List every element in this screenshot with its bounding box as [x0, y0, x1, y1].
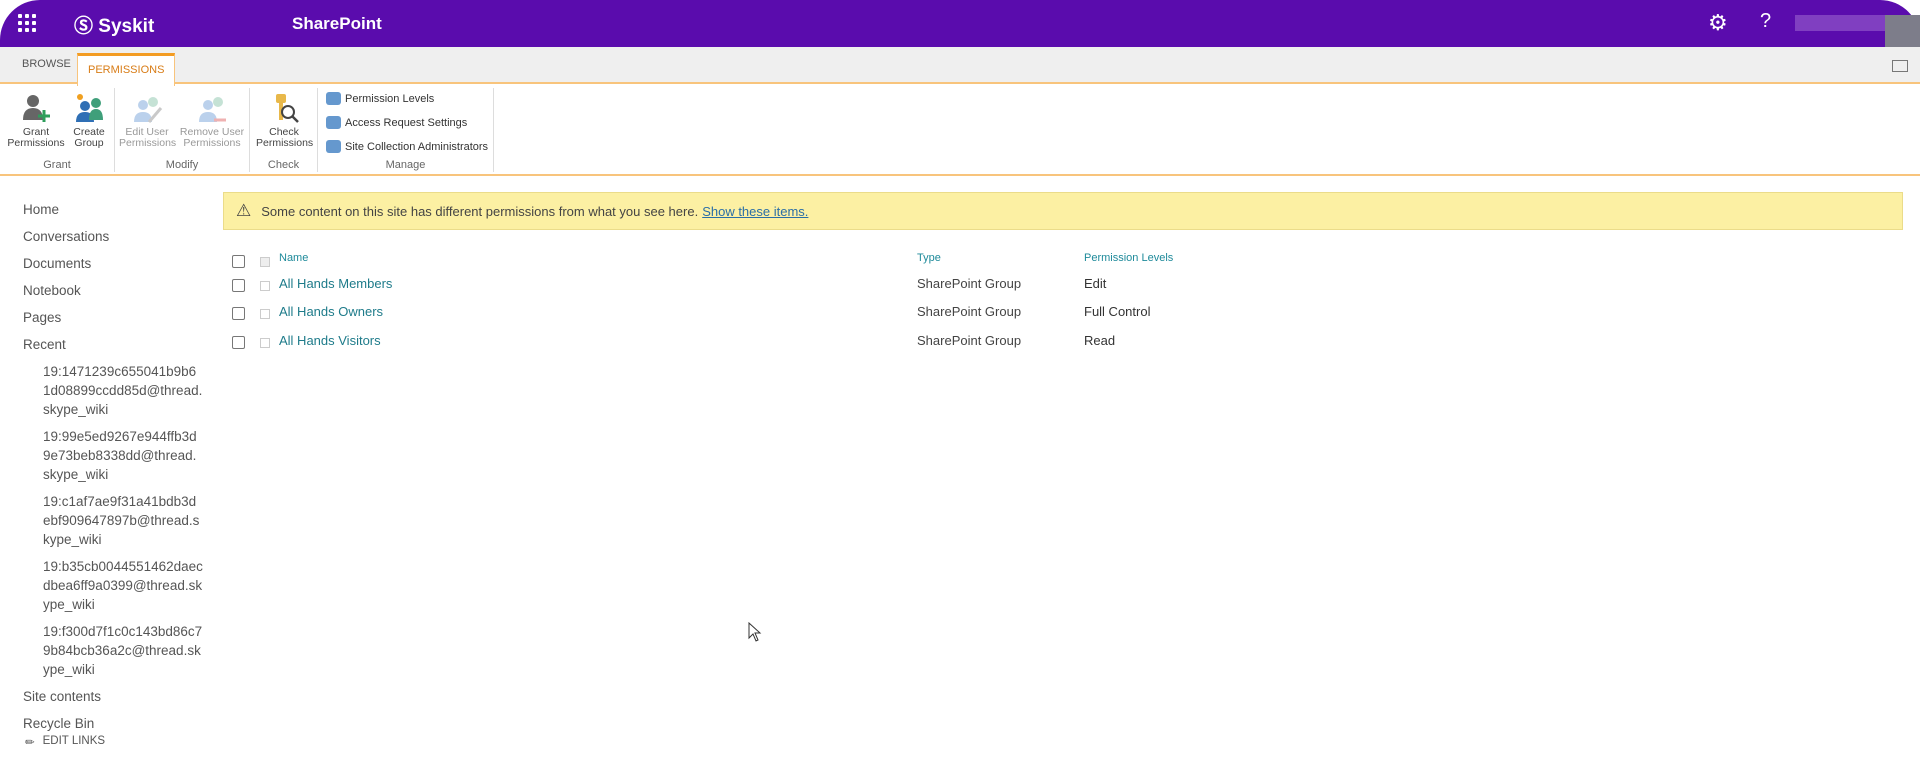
row-checkbox[interactable]	[232, 336, 245, 349]
column-name[interactable]: Name	[279, 252, 308, 264]
row-checkbox[interactable]	[232, 307, 245, 320]
row-item-checkbox[interactable]	[260, 281, 270, 291]
site-admins-icon	[326, 140, 341, 153]
access-request-icon	[326, 116, 341, 129]
group-label: Modify	[165, 159, 199, 171]
nav-conversations[interactable]: Conversations	[23, 227, 203, 254]
nav-recent-item[interactable]: 19:1471239c655041b9b61d08899ccdd85d@thre…	[23, 362, 203, 419]
label: Site Collection Administrators	[345, 140, 489, 153]
nav-recent-item[interactable]: 19:b35cb0044551462daecdbea6ff9a0399@thre…	[23, 557, 203, 614]
site-collection-administrators-button[interactable]: Site Collection Administrators	[326, 140, 488, 153]
group-name-link[interactable]: All Hands Members	[279, 276, 392, 291]
app-launcher-icon[interactable]	[18, 14, 36, 32]
table-header: Name Type Permission Levels	[0, 252, 1400, 274]
help-icon[interactable]: ?	[1760, 10, 1771, 33]
group-type: SharePoint Group	[917, 304, 1022, 319]
key-search-icon	[268, 92, 300, 124]
permission-level: Read	[1084, 333, 1116, 348]
mouse-cursor-icon	[748, 621, 762, 647]
check-permissions-button[interactable]: Check Permissions	[256, 92, 314, 149]
remove-user-icon	[196, 92, 228, 124]
group-type: SharePoint Group	[917, 276, 1022, 291]
grant-permissions-button[interactable]: Grant Permissions	[6, 92, 66, 149]
row-item-checkbox[interactable]	[260, 338, 270, 348]
tab-permissions[interactable]: PERMISSIONS	[77, 53, 176, 86]
permission-levels-icon	[326, 92, 341, 105]
nav-recent-item[interactable]: 19:f300d7f1c0c143bd86c79b84bcb36a2c@thre…	[23, 622, 203, 679]
brand-logo[interactable]: Ⓢ Syskit	[74, 11, 154, 38]
ribbon: Grant Permissions Create Group Grant Edi…	[0, 84, 1920, 176]
label: Remove User Permissions	[179, 126, 245, 149]
focus-mode-icon[interactable]	[1892, 60, 1908, 72]
remove-user-permissions-button[interactable]: Remove User Permissions	[179, 92, 245, 149]
settings-gear-icon[interactable]: ⚙	[1708, 10, 1728, 36]
label: Access Request Settings	[345, 116, 468, 129]
edit-user-permissions-button[interactable]: Edit User Permissions	[119, 92, 177, 149]
user-name-redacted[interactable]	[1795, 15, 1885, 31]
select-all-checkbox[interactable]	[232, 255, 245, 268]
edit-links-button[interactable]: ✏ EDIT LINKS	[25, 735, 105, 749]
tab-browse[interactable]: BROWSE	[22, 58, 71, 70]
column-permission-levels[interactable]: Permission Levels	[1084, 252, 1173, 264]
syskit-logo-icon: Ⓢ	[74, 16, 94, 37]
label: EDIT LINKS	[42, 735, 106, 747]
group-type: SharePoint Group	[917, 333, 1022, 348]
table-row: All Hands Owners SharePoint Group Full C…	[0, 304, 1400, 326]
nav-site-contents[interactable]: Site contents	[23, 687, 203, 714]
label: Check Permissions	[256, 126, 314, 149]
banner-text: Some content on this site has different …	[261, 203, 699, 219]
label: Edit User Permissions	[119, 126, 177, 149]
row-item-checkbox[interactable]	[260, 309, 270, 319]
group-grant: Grant Permissions Create Group Grant	[0, 88, 115, 172]
warning-icon: ⚠	[236, 201, 252, 220]
nav-home[interactable]: Home	[23, 200, 203, 227]
group-label: Manage	[385, 159, 426, 171]
show-these-items-link[interactable]: Show these items.	[702, 204, 808, 219]
ribbon-tabs: BROWSE PERMISSIONS	[0, 47, 1920, 86]
group-modify: Edit User Permissions Remove User Permis…	[115, 88, 250, 172]
access-request-settings-button[interactable]: Access Request Settings	[326, 116, 467, 129]
group-check: Check Permissions Check	[250, 88, 318, 172]
suite-title[interactable]: SharePoint	[292, 14, 382, 34]
suite-bar: Ⓢ Syskit SharePoint ⚙ ?	[0, 0, 1920, 47]
permission-level: Edit	[1084, 276, 1107, 291]
group-manage: Permission Levels Access Request Setting…	[318, 88, 494, 172]
permissions-warning-banner: ⚠ Some content on this site has differen…	[223, 192, 1903, 230]
group-label: Grant	[43, 159, 71, 171]
label: Create Group	[73, 126, 105, 149]
create-group-button[interactable]: Create Group	[68, 92, 110, 149]
table-row: All Hands Members SharePoint Group Edit	[0, 276, 1400, 298]
nav-recent-item[interactable]: 19:c1af7ae9f31a41bdb3debf909647897b@thre…	[23, 492, 203, 549]
label: Permission Levels	[345, 92, 435, 105]
header-item-checkbox[interactable]	[260, 257, 270, 267]
create-group-icon	[73, 92, 105, 124]
group-name-link[interactable]: All Hands Owners	[279, 304, 383, 319]
grant-user-icon	[20, 92, 52, 124]
edit-user-icon	[131, 92, 163, 124]
label: Grant Permissions	[7, 126, 65, 149]
group-label: Check	[267, 159, 300, 171]
permission-levels-button[interactable]: Permission Levels	[326, 92, 434, 105]
column-type[interactable]: Type	[917, 252, 941, 264]
table-row: All Hands Visitors SharePoint Group Read	[0, 333, 1400, 355]
pencil-icon: ✏	[25, 737, 35, 749]
group-name-link[interactable]: All Hands Visitors	[279, 333, 381, 348]
avatar[interactable]	[1885, 15, 1920, 47]
nav-recent-item[interactable]: 19:99e5ed9267e944ffb3d9e73beb8338dd@thre…	[23, 427, 203, 484]
row-checkbox[interactable]	[232, 279, 245, 292]
permission-level: Full Control	[1084, 304, 1151, 319]
brand-name: Syskit	[98, 16, 155, 37]
